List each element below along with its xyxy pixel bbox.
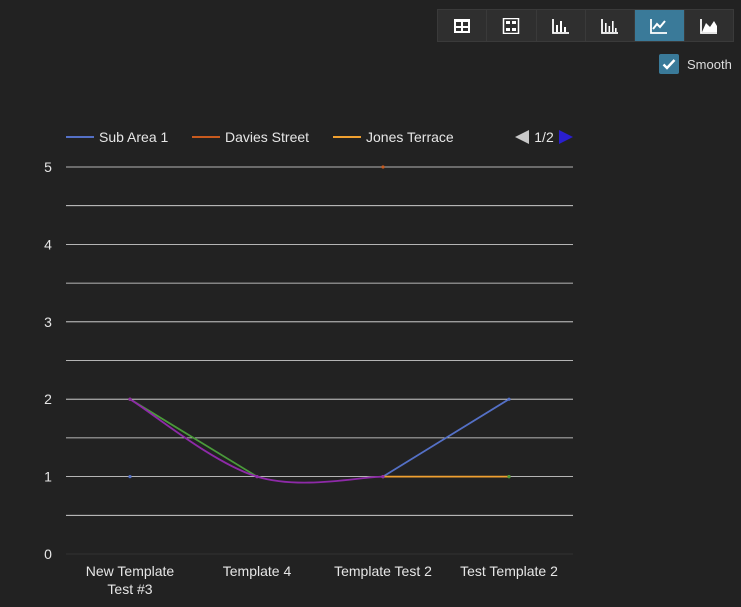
y-tick-label: 2	[44, 391, 52, 407]
legend-prev-arrow[interactable]	[515, 130, 529, 144]
data-point[interactable]	[381, 475, 385, 479]
legend-pager: 1/2	[515, 129, 573, 145]
grid-lines	[66, 166, 573, 555]
x-tick-label: New Template	[86, 563, 175, 579]
data-point[interactable]	[128, 475, 132, 479]
y-tick-label: 5	[44, 159, 52, 175]
x-tick-label: Template Test 2	[334, 563, 432, 579]
y-axis-ticks: 0 1 2 3 4 5	[44, 159, 52, 562]
y-tick-label: 4	[44, 236, 52, 252]
data-point[interactable]	[381, 165, 385, 169]
legend-page-label: 1/2	[534, 129, 554, 145]
y-tick-label: 3	[44, 314, 52, 330]
data-point[interactable]	[507, 397, 511, 401]
line-chart: 0 1 2 3 4 5 New Template Test #3 Template 4 Temp…	[44, 129, 573, 597]
data-point[interactable]	[128, 397, 132, 401]
x-tick-label: Test Template 2	[460, 563, 558, 579]
legend-item-label[interactable]: Sub Area 1	[99, 129, 168, 145]
legend-item-label[interactable]: Jones Terrace	[366, 129, 454, 145]
y-tick-label: 0	[44, 546, 52, 562]
series-line-4	[129, 398, 384, 484]
data-point[interactable]	[507, 475, 511, 479]
x-axis-ticks: New Template Test #3 Template 4 Template Te…	[86, 563, 558, 597]
y-tick-label: 1	[44, 469, 52, 485]
legend-next-arrow[interactable]	[559, 130, 573, 144]
x-tick-label: Template 4	[223, 563, 292, 579]
x-tick-label: Test #3	[107, 581, 152, 597]
legend-item-label[interactable]: Davies Street	[225, 129, 309, 145]
legend: Sub Area 1 Davies Street Jones Terrace	[66, 129, 454, 145]
series-lines	[129, 398, 510, 484]
data-point[interactable]	[255, 475, 259, 479]
